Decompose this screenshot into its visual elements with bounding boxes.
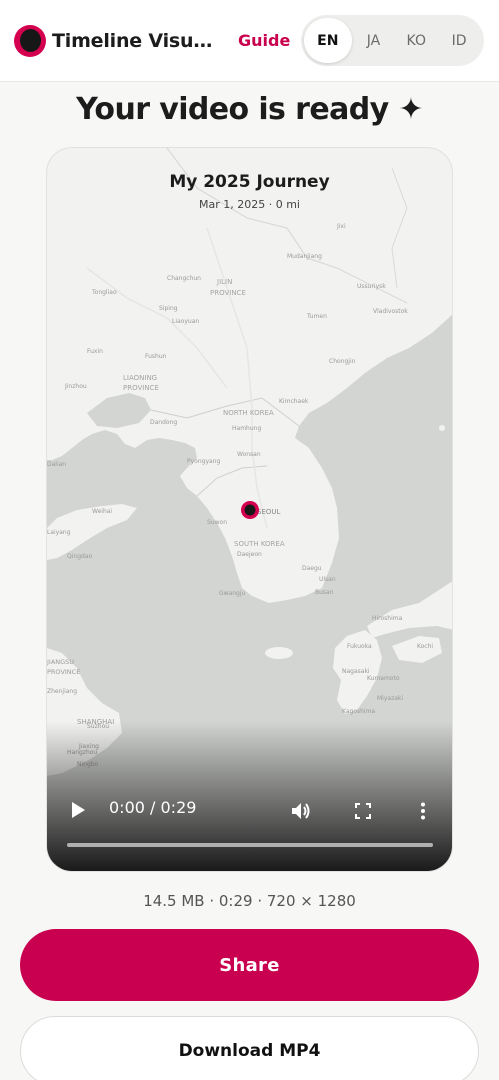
svg-text:Siping: Siping — [159, 305, 178, 312]
language-switcher: EN JA KO ID — [301, 15, 484, 66]
svg-text:Kimchaek: Kimchaek — [279, 398, 309, 405]
svg-text:Kumamoto: Kumamoto — [367, 675, 400, 682]
svg-text:Ulsan: Ulsan — [319, 576, 336, 583]
svg-text:Miyazaki: Miyazaki — [377, 695, 403, 702]
svg-text:Pyongyang: Pyongyang — [187, 458, 220, 465]
svg-text:Wonsan: Wonsan — [237, 451, 261, 458]
svg-text:Tongliao: Tongliao — [91, 289, 117, 296]
video-player[interactable]: JILIN PROVINCE LIAONING PROVINCE NORTH K… — [46, 147, 453, 872]
page-heading: Your video is ready ✦ — [76, 92, 423, 127]
svg-text:Dalian: Dalian — [47, 461, 66, 468]
app-header: Timeline Visua... Guide EN JA KO ID — [0, 0, 499, 82]
logo-icon — [14, 24, 46, 57]
svg-text:Jinzhou: Jinzhou — [64, 383, 87, 390]
lang-option-en[interactable]: EN — [304, 18, 352, 63]
lang-option-ko[interactable]: KO — [395, 18, 437, 63]
svg-text:Liaoyuan: Liaoyuan — [172, 318, 199, 325]
svg-text:Tumen: Tumen — [306, 313, 327, 320]
svg-text:Weihai: Weihai — [92, 508, 112, 515]
svg-text:NORTH KOREA: NORTH KOREA — [223, 409, 274, 417]
svg-text:Fushun: Fushun — [145, 353, 167, 360]
guide-link[interactable]: Guide — [238, 31, 290, 50]
svg-text:LIAONING: LIAONING — [123, 374, 157, 382]
svg-text:Fukuoka: Fukuoka — [347, 643, 372, 650]
video-controls: 0:00 / 0:29 — [47, 787, 452, 833]
svg-text:Daejeon: Daejeon — [237, 551, 262, 558]
svg-text:PROVINCE: PROVINCE — [210, 289, 246, 297]
video-time: 0:00 / 0:29 — [109, 798, 197, 817]
svg-text:Qingdao: Qingdao — [67, 553, 92, 560]
svg-text:Fuxin: Fuxin — [87, 348, 103, 355]
svg-text:Kagoshima: Kagoshima — [342, 708, 375, 715]
svg-text:SOUTH KOREA: SOUTH KOREA — [234, 540, 285, 548]
svg-text:Changchun: Changchun — [167, 275, 201, 282]
fullscreen-icon[interactable] — [349, 797, 377, 825]
svg-text:JIANGSU: JIANGSU — [47, 658, 74, 666]
svg-text:Nagasaki: Nagasaki — [342, 668, 370, 675]
svg-text:Zhenjiang: Zhenjiang — [47, 688, 77, 695]
svg-text:Vladivostok: Vladivostok — [373, 308, 408, 315]
svg-text:PROVINCE: PROVINCE — [123, 384, 159, 392]
lang-option-ja[interactable]: JA — [353, 18, 395, 63]
download-mp4-button[interactable]: Download MP4 — [20, 1016, 479, 1080]
more-options-icon[interactable] — [411, 797, 435, 825]
app-title: Timeline Visua... — [52, 29, 224, 52]
svg-text:Hamhung: Hamhung — [232, 425, 261, 432]
svg-text:Ussuriysk: Ussuriysk — [357, 283, 386, 290]
svg-text:Laiyang: Laiyang — [47, 529, 71, 536]
play-icon[interactable] — [65, 797, 91, 823]
svg-text:Mudanjiang: Mudanjiang — [287, 253, 322, 260]
svg-text:SEOUL: SEOUL — [257, 508, 280, 516]
svg-text:Daegu: Daegu — [302, 565, 322, 572]
video-subtitle: Mar 1, 2025 · 0 mi — [199, 198, 300, 211]
video-progress-bar[interactable] — [67, 843, 433, 847]
map-label-jilin: JILIN — [216, 278, 232, 286]
video-title: My 2025 Journey — [169, 172, 330, 192]
svg-text:Kochi: Kochi — [417, 643, 433, 650]
volume-icon[interactable] — [287, 797, 315, 825]
svg-text:PROVINCE: PROVINCE — [47, 668, 80, 676]
svg-text:Gwangju: Gwangju — [219, 590, 246, 597]
svg-text:Jixi: Jixi — [336, 223, 346, 230]
share-button[interactable]: Share — [20, 929, 479, 1001]
svg-text:Suwon: Suwon — [207, 519, 227, 526]
svg-text:Dandong: Dandong — [150, 419, 177, 426]
svg-text:Hiroshima: Hiroshima — [372, 615, 403, 622]
svg-text:Chongjin: Chongjin — [329, 358, 356, 365]
video-meta: 14.5 MB · 0:29 · 720 × 1280 — [143, 892, 356, 910]
lang-option-id[interactable]: ID — [438, 18, 480, 63]
svg-text:Busan: Busan — [315, 589, 334, 596]
location-marker-icon — [241, 501, 259, 519]
